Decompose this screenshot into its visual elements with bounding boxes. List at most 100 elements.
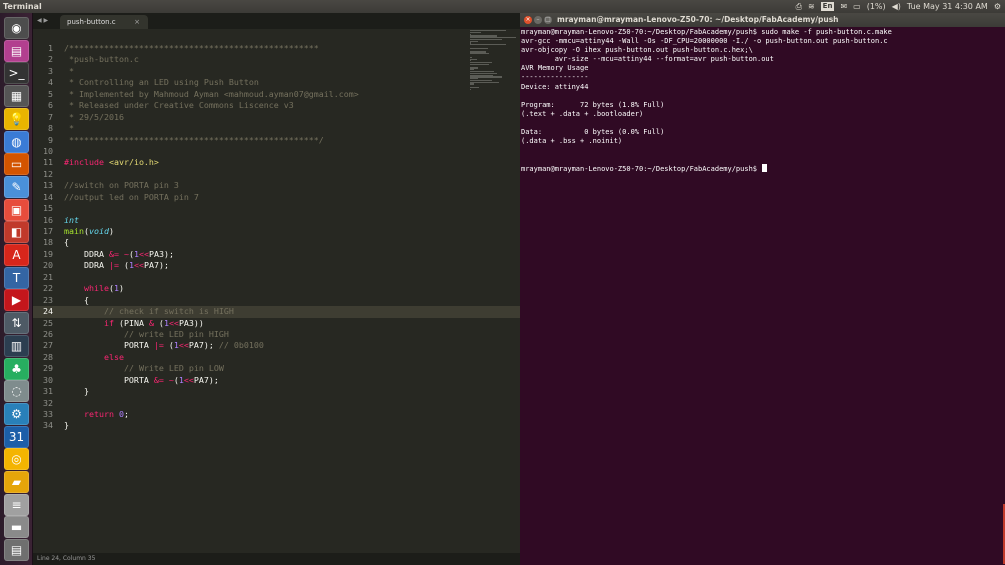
code-line[interactable]: 29 // Write LED pin LOW	[33, 363, 520, 374]
code-line[interactable]: 17 main(void)	[33, 226, 520, 237]
code-line[interactable]: 34}	[33, 420, 520, 431]
mail-icon[interactable]: ✉	[840, 0, 847, 13]
maximize-icon[interactable]: □	[544, 16, 552, 24]
code-text: if (PINA & (1<<PA3))	[103, 317, 204, 328]
code-line[interactable]: 24 // check if switch is HIGH	[33, 306, 520, 318]
files-icon[interactable]: ▭	[4, 153, 29, 176]
media-glyph: ▶	[11, 293, 22, 308]
code-line[interactable]: 23 {	[33, 295, 520, 306]
text-editor-icon[interactable]: ✎	[4, 175, 29, 198]
battery-icon[interactable]: ▭	[853, 0, 861, 13]
code-line[interactable]: 27 PORTA |= (1<<PA7); // 0b0100	[33, 340, 520, 351]
minimize-icon[interactable]: –	[534, 16, 542, 24]
image-viewer-icon[interactable]: ◧	[4, 221, 29, 244]
disk-icon[interactable]: ◌	[4, 380, 29, 403]
settings-icon[interactable]: ⚙	[4, 402, 29, 425]
media-icon[interactable]: ▶	[4, 289, 29, 312]
code-line[interactable]: 3 *	[33, 66, 520, 77]
tab-close-icon[interactable]: ×	[134, 15, 140, 29]
code-text: {	[64, 237, 69, 248]
print-icon[interactable]: ⎙	[796, 0, 802, 13]
terminal-window[interactable]: × – □ mrayman@mrayman-Lenovo-Z50-70: ~/D…	[520, 13, 1005, 565]
line-number: 12	[43, 168, 53, 179]
calendar-icon[interactable]: 31	[4, 425, 29, 448]
dash-icon[interactable]: ◉	[4, 17, 29, 39]
code-line[interactable]: 10	[33, 146, 520, 157]
line-number: 18	[43, 237, 53, 248]
code-text: // write LED pin HIGH	[123, 328, 229, 339]
code-text: ****************************************…	[64, 134, 324, 145]
terminal-icon[interactable]: >_	[4, 62, 29, 85]
tab-nav-arrows-icon[interactable]: ◀ ▶	[37, 13, 48, 29]
code-line[interactable]: 28 else	[33, 352, 520, 363]
system-gear-icon[interactable]: ⚙	[994, 0, 1001, 13]
terminal-line: avr-objcopy -O ihex push-button.out push…	[521, 46, 753, 55]
keyboard-layout-indicator[interactable]: En	[820, 2, 835, 11]
close-icon[interactable]: ×	[524, 16, 532, 24]
volume-icon[interactable]: ◀)	[892, 0, 901, 13]
code-line[interactable]: 31 }	[33, 386, 520, 397]
code-line[interactable]: 30 PORTA &= ~(1<<PA7);	[33, 375, 520, 386]
pdf-icon[interactable]: A	[4, 244, 29, 266]
tab-bar: ◀ ▶ push-button.c ×	[33, 13, 520, 29]
code-text: // Write LED pin LOW	[123, 363, 224, 374]
network-icon[interactable]: ⇅	[4, 312, 29, 335]
code-line[interactable]: 20 DDRA |= (1<<PA7);	[33, 260, 520, 271]
code-line[interactable]: 5 * Implemented by Mahmoud Ayman <mahmou…	[33, 89, 520, 100]
status-bar: Line 24, Column 35	[33, 553, 520, 565]
game-icon[interactable]: ♣	[4, 357, 29, 380]
code-line[interactable]: 1 /**************************************…	[33, 43, 520, 54]
code-line[interactable]: 7 * 29/5/2016	[33, 112, 520, 123]
wifi-icon[interactable]: ≋	[808, 0, 815, 13]
software-center-glyph: ▤	[10, 43, 23, 58]
code-line[interactable]: 25 if (PINA & (1<<PA3))	[33, 318, 520, 329]
code-line[interactable]: 4 * Controlling an LED using Push Button	[33, 77, 520, 88]
code-line[interactable]: 9 **************************************…	[33, 135, 520, 146]
code-text: * Released under Creative Commons Liscen…	[64, 100, 294, 111]
terminal-line: ----------------	[521, 73, 589, 82]
code-line[interactable]: 22 while(1)	[33, 283, 520, 294]
code-text: int	[64, 214, 79, 225]
stack-icon[interactable]: ≡	[4, 493, 29, 516]
code-line[interactable]: 8 *	[33, 123, 520, 134]
code-line[interactable]: 15	[33, 203, 520, 214]
line-number: 7	[48, 111, 53, 122]
battery-level[interactable]: (1%)	[867, 0, 886, 13]
terminal-output[interactable]: mrayman@mrayman-Lenovo-Z50-70:~/Desktop/…	[521, 28, 1004, 174]
code-line[interactable]: 14 //output led on PORTA pin 7	[33, 192, 520, 203]
code-line[interactable]: 11 #include <avr/io.h>	[33, 157, 520, 168]
trash-glyph: ▤	[10, 543, 23, 558]
terminal-title: mrayman@mrayman-Lenovo-Z50-70: ~/Desktop…	[557, 15, 839, 24]
code-line[interactable]: 33 return 0;	[33, 409, 520, 420]
code-area[interactable]: 1 /**************************************…	[33, 43, 520, 432]
code-line[interactable]: 12	[33, 169, 520, 180]
browser-icon[interactable]: ◍	[4, 130, 29, 153]
tab-push-button[interactable]: push-button.c ×	[60, 15, 148, 29]
software-center-icon[interactable]: ▤	[4, 39, 29, 62]
fonts-icon[interactable]: T	[4, 266, 29, 289]
code-line[interactable]: 19 DDRA &= ~(1<<PA3);	[33, 249, 520, 260]
idea-bulb-icon[interactable]: 💡	[4, 107, 29, 130]
network-glyph: ⇅	[11, 316, 22, 331]
clock[interactable]: Tue May 31 4:30 AM	[907, 0, 988, 13]
code-line[interactable]: 32	[33, 398, 520, 409]
drive-icon[interactable]: ▬	[4, 516, 29, 539]
trash-icon[interactable]: ▤	[4, 539, 29, 562]
chart-icon[interactable]: ▥	[4, 334, 29, 357]
code-line[interactable]: 26 // write LED pin HIGH	[33, 329, 520, 340]
code-line[interactable]: 2 *push-button.c	[33, 54, 520, 65]
code-line[interactable]: 18 {	[33, 237, 520, 248]
code-line[interactable]: 21	[33, 272, 520, 283]
code-line[interactable]: 13 //switch on PORTA pin 3	[33, 180, 520, 191]
code-line[interactable]: 6 * Released under Creative Commons Lisc…	[33, 100, 520, 111]
presentation-icon[interactable]: ▣	[4, 198, 29, 221]
terminal-titlebar[interactable]: × – □ mrayman@mrayman-Lenovo-Z50-70: ~/D…	[520, 13, 1005, 27]
chrome-icon[interactable]: ◎	[4, 448, 29, 471]
browser-glyph: ◍	[11, 134, 22, 149]
code-line[interactable]: 16 int	[33, 215, 520, 226]
line-number: 22	[43, 283, 53, 294]
workspace-switcher-icon[interactable]: ▦	[4, 85, 29, 108]
folder-icon[interactable]: ▰	[4, 471, 29, 493]
